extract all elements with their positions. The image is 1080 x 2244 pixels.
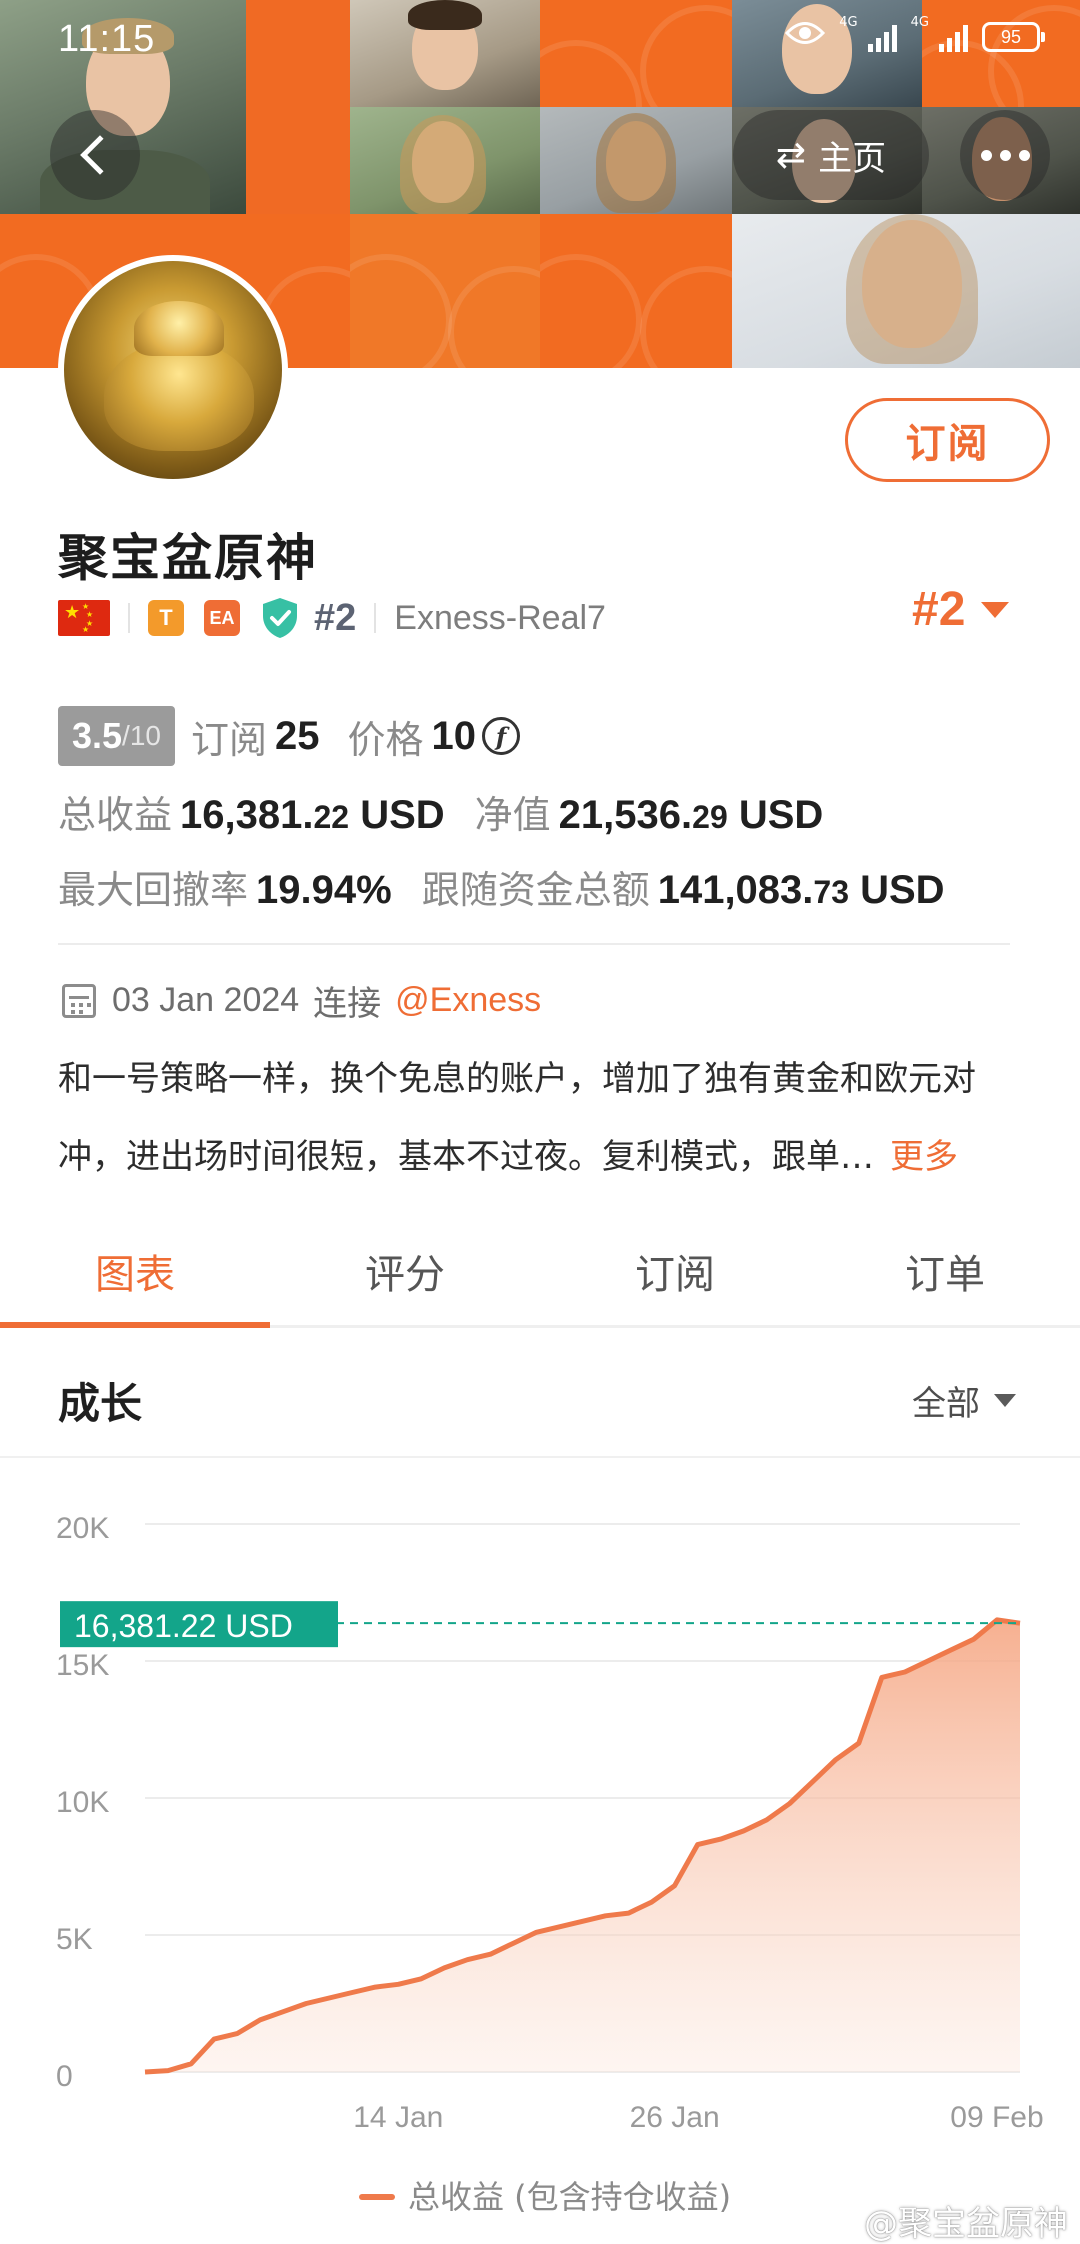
- connection-word: 连接: [313, 984, 382, 1024]
- growth-title: 成长: [58, 1379, 143, 1428]
- section-divider: [58, 943, 1010, 945]
- score-value: 3.5: [72, 715, 123, 756]
- broker-link[interactable]: @Exness: [395, 981, 541, 1020]
- home-label: 主页: [818, 138, 887, 179]
- description-line-2: 冲，进出场时间很短，基本不过夜。复利模式，跟单… 更多: [58, 1137, 958, 1177]
- banner-tile-6: [350, 214, 540, 368]
- signal-icon-2: [939, 22, 968, 52]
- eye-icon: [785, 20, 826, 53]
- avatar[interactable]: [58, 255, 288, 485]
- china-flag-icon: ★ ★ ★ ★ ★: [58, 600, 110, 636]
- signal-icon: [867, 22, 897, 52]
- subscribe-count-label: 订阅: [190, 717, 267, 762]
- more-dot-icon: [999, 149, 1011, 161]
- banner-tile-4: [922, 0, 1080, 107]
- score-row: 3.5 /10 订阅 25 价格 10 f: [58, 706, 521, 766]
- profit-area: [145, 1619, 1020, 2072]
- verified-shield-icon: [263, 598, 297, 638]
- strategy-description: 和一号策略一样，换个免息的账户，增加了独有黄金和欧元对 冲，进出场时间很短，基本…: [58, 1040, 1038, 1196]
- more-link[interactable]: 更多: [890, 1137, 958, 1177]
- banner-photo-3: [732, 0, 922, 107]
- more-options-button[interactable]: [960, 110, 1050, 200]
- description-line-1: 和一号策略一样，换个免息的账户，增加了独有黄金和欧元对: [58, 1059, 976, 1099]
- profit-row: 总收益 16,381.22 USD 净值 21,536.29 USD: [58, 784, 823, 839]
- banner-tile-3: [540, 0, 732, 107]
- y-tick-label: 15K: [56, 1649, 109, 1682]
- banner-photo-2: [350, 0, 540, 107]
- battery-icon: 95: [982, 21, 1045, 52]
- y-tick-label: 0: [56, 2060, 73, 2093]
- score-badge: 3.5 /10: [58, 706, 175, 766]
- banner-photo-5: [540, 107, 732, 214]
- x-tick-label: 26 Jan: [630, 2101, 720, 2134]
- status-time: 11:15: [58, 18, 156, 60]
- range-dropdown[interactable]: 全部: [912, 1376, 1016, 1425]
- status-bar-icons: 4G 4G 95: [785, 15, 1045, 53]
- y-tick-label: 10K: [56, 1786, 109, 1819]
- tab-bar: 图表 评分 订阅 订单: [0, 1216, 1080, 1328]
- calendar-icon: [62, 983, 96, 1018]
- rank-badge: #2: [314, 596, 357, 639]
- server-name: Exness-Real7: [394, 598, 606, 637]
- badge-separator: [128, 603, 130, 633]
- more-dot-icon: [980, 149, 992, 161]
- equity-label: 净值: [474, 793, 551, 837]
- subscribe-count: 25: [275, 713, 320, 758]
- price-label: 价格: [347, 717, 424, 762]
- banner-tile-7: [540, 214, 732, 368]
- watermark: @聚宝盆原神: [864, 2204, 1068, 2244]
- subscribe-button[interactable]: 订阅: [845, 398, 1050, 482]
- tab-orders[interactable]: 订单: [810, 1216, 1080, 1325]
- growth-chart[interactable]: 20K 15K 10K 5K 0 14 Jan 26 Jan 09 Feb 16,381.22 …: [0, 1460, 1080, 2244]
- current-value-label: 16,381.22 USD: [74, 1608, 293, 1644]
- coin-icon: f: [482, 717, 521, 755]
- total-profit-value: 16,381.22 USD: [180, 793, 445, 837]
- badge-separator: [374, 603, 377, 633]
- caret-down-icon: [981, 601, 1010, 618]
- home-button[interactable]: ⇄ 主页: [733, 110, 929, 200]
- y-tick-label: 5K: [56, 1923, 93, 1956]
- banner-photo-8: [732, 214, 1080, 368]
- profile-badges: ★ ★ ★ ★ ★ T EA #2 Exness-Real7: [58, 592, 606, 644]
- more-dot-icon: [1018, 149, 1030, 161]
- total-profit-label: 总收益: [58, 793, 173, 837]
- connection-info: 03 Jan 2024 连接 @Exness: [62, 976, 541, 1025]
- strategy-name: 聚宝盆原神: [58, 529, 318, 587]
- drawdown-row: 最大回撤率 19.94% 跟随资金总额 141,083.73 USD: [58, 859, 945, 914]
- follow-funds-label: 跟随资金总额: [421, 868, 650, 912]
- ea-badge: EA: [204, 600, 240, 636]
- swap-icon: ⇄: [775, 134, 807, 176]
- x-tick-label: 14 Jan: [353, 2101, 443, 2134]
- legend-label: 总收益 (包含持仓收益): [408, 2178, 731, 2216]
- rank-value: #2: [912, 583, 966, 636]
- x-tick-label: 09 Feb: [950, 2101, 1043, 2134]
- rank-dropdown[interactable]: #2: [912, 582, 1010, 637]
- tab-rating[interactable]: 评分: [270, 1216, 540, 1325]
- trader-badge: T: [148, 600, 184, 636]
- caret-down-icon: [994, 1394, 1016, 1407]
- max-drawdown-label: 最大回撤率: [58, 868, 249, 912]
- tab-subscription[interactable]: 订阅: [540, 1216, 810, 1325]
- connection-date: 03 Jan 2024: [112, 981, 300, 1019]
- equity-value: 21,536.29 USD: [558, 793, 824, 837]
- network-type-1: 4G: [839, 15, 858, 30]
- banner-photo-4: [350, 107, 540, 214]
- tab-chart[interactable]: 图表: [0, 1216, 270, 1328]
- back-button[interactable]: [50, 110, 140, 200]
- price-value: 10: [431, 713, 477, 758]
- score-max: /10: [122, 720, 161, 751]
- section-divider: [0, 1456, 1080, 1458]
- follow-funds-value: 141,083.73 USD: [657, 868, 945, 912]
- max-drawdown-value: 19.94%: [256, 868, 392, 912]
- back-arrow-icon: [80, 135, 120, 175]
- y-tick-label: 20K: [56, 1512, 109, 1545]
- range-value: 全部: [912, 1384, 980, 1424]
- network-type-2: 4G: [910, 15, 929, 30]
